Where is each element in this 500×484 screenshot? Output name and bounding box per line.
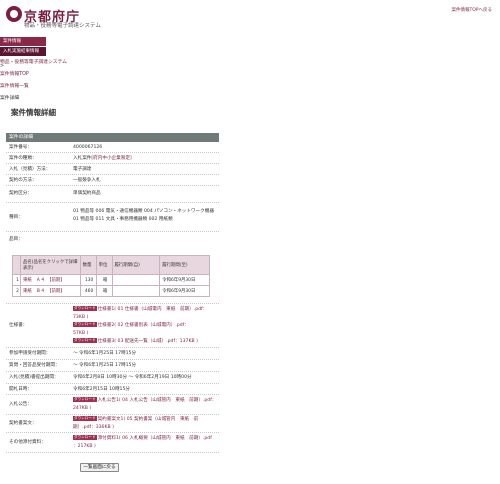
download-icon: ダウンロード: [73, 306, 97, 311]
spec-file-link[interactable]: 仕様書2( 02 仕様書別表（山城電内）.pdf：: [98, 323, 189, 328]
field-apply-period: 参加申請受付期間： ～ 令和6年1月25日 17時15分: [6, 348, 219, 360]
spec-file-link[interactable]: 仕様書1( 01 仕様書（山城電内 東紙 前期）.pdf：: [98, 307, 208, 312]
field-notice: 入札公告： ダウンロード 入札公告1( 04 入札公告（山城管内 東紙 前期）.p…: [6, 395, 219, 415]
download-icon: ダウンロード: [73, 338, 97, 343]
table-row: 1 東紙 Ａ４ 【前期】 130 箱 令和6年9月30日: [12, 274, 210, 286]
field-question-period: 質問・回答品受付期間： ～ 令和6年1月25日 17時15分: [6, 360, 219, 372]
site-subtitle: 物品・役務等電子調達システム: [24, 23, 101, 29]
download-icon: ダウンロード: [73, 397, 97, 402]
breadcrumb-top[interactable]: 案件情報TOP: [0, 70, 29, 77]
goods-name-link[interactable]: 東紙 Ａ４ 【前期】: [23, 278, 65, 283]
page-title: 案件情報詳細: [11, 108, 56, 117]
goods-table: 品名(品名をクリックで詳細表示) 数量 単位 履行期間(自) 履行期間(至) 1…: [12, 255, 210, 297]
field-category: 種目： 01 物品等 006 電気・通信機器類 004 パソコン・ネットワーク機…: [6, 203, 219, 232]
spec-file-link[interactable]: 仕様書3( 03 配送先一覧（山城）.pdf：137KB ): [98, 339, 198, 344]
field-other-docs: その他添付資料： ダウンロード 添付資料1( 06 入札概要（山城管内 東紙 前期…: [6, 433, 219, 453]
field-bid-period: 入札(見積)書提出期間： 令和6年2月8日 10時30分 ～ 令和6年2月19日…: [6, 372, 219, 384]
panel-heading: 案件の詳細: [6, 133, 219, 142]
other-file-link[interactable]: 添付資料1( 06 入札概要（山城管内 東紙 前期）.pdf: [98, 436, 212, 441]
field-contract-method: 契約の方法： 一般競争入札: [6, 175, 219, 186]
menu-item-case-info[interactable]: 案件情報: [0, 37, 46, 46]
site-header: 京都府庁 物品・役務等電子調達システム 案件情報TOPへ戻る: [0, 0, 500, 36]
goods-name-link[interactable]: 東紙 Ｂ４ 【前期】: [23, 289, 65, 294]
field-bid-method: 入札（見積）方法： 電子調達: [6, 164, 219, 175]
download-icon: ダウンロード: [73, 322, 97, 327]
back-to-top-link[interactable]: 案件情報TOPへ戻る: [451, 7, 492, 13]
notice-file-link[interactable]: 入札公告1( 04 入札公告（山城管内 東紙 前期）.pdf：: [98, 398, 217, 403]
sme-limited-link[interactable]: [府内中小企業限定]: [91, 156, 131, 161]
breadcrumb-list[interactable]: 案件情報一覧: [0, 82, 29, 89]
back-to-list-button[interactable]: 一覧画面に戻る: [80, 463, 119, 472]
download-icon: ダウンロード: [73, 416, 97, 421]
download-icon: ダウンロード: [73, 435, 97, 440]
field-case-type: 案件の種類： 入札案件[府内中小企業限定]: [6, 153, 219, 164]
field-contract-class: 契約区分： 単価契約商品: [6, 186, 219, 203]
field-open-date: 開札日時： 令和6年2月15日 10時15分: [6, 384, 219, 395]
table-row: 2 東紙 Ｂ４ 【前期】 460 箱 令和6年9月30日: [12, 285, 210, 297]
menu-item-bid-results[interactable]: 入札実施結果情報: [0, 47, 46, 56]
field-case-number: 案件番号： 4000067126: [6, 142, 219, 153]
col-name: 品名(品名をクリックで詳細表示): [19, 255, 81, 275]
case-number-value: 4000067126: [73, 145, 103, 150]
breadcrumb-home[interactable]: 物品・役務等電子調達システム: [0, 58, 67, 65]
field-contract-doc: 契約書案文： ダウンロード 契約書案文1( 05 契約書案（山城管内 東紙 前期）…: [6, 415, 219, 433]
detail-panel: 案件の詳細: [6, 133, 219, 142]
kyoto-crest-icon: [6, 6, 22, 22]
breadcrumb-separator: >: [0, 64, 5, 69]
field-spec: 仕様書： ダウンロード 仕様書1( 01 仕様書（山城電内 東紙 前期）.pdf：…: [6, 304, 219, 348]
side-menu: 案件情報 入札実施結果情報: [0, 37, 46, 57]
breadcrumb-current: 案件詳細: [0, 96, 20, 101]
